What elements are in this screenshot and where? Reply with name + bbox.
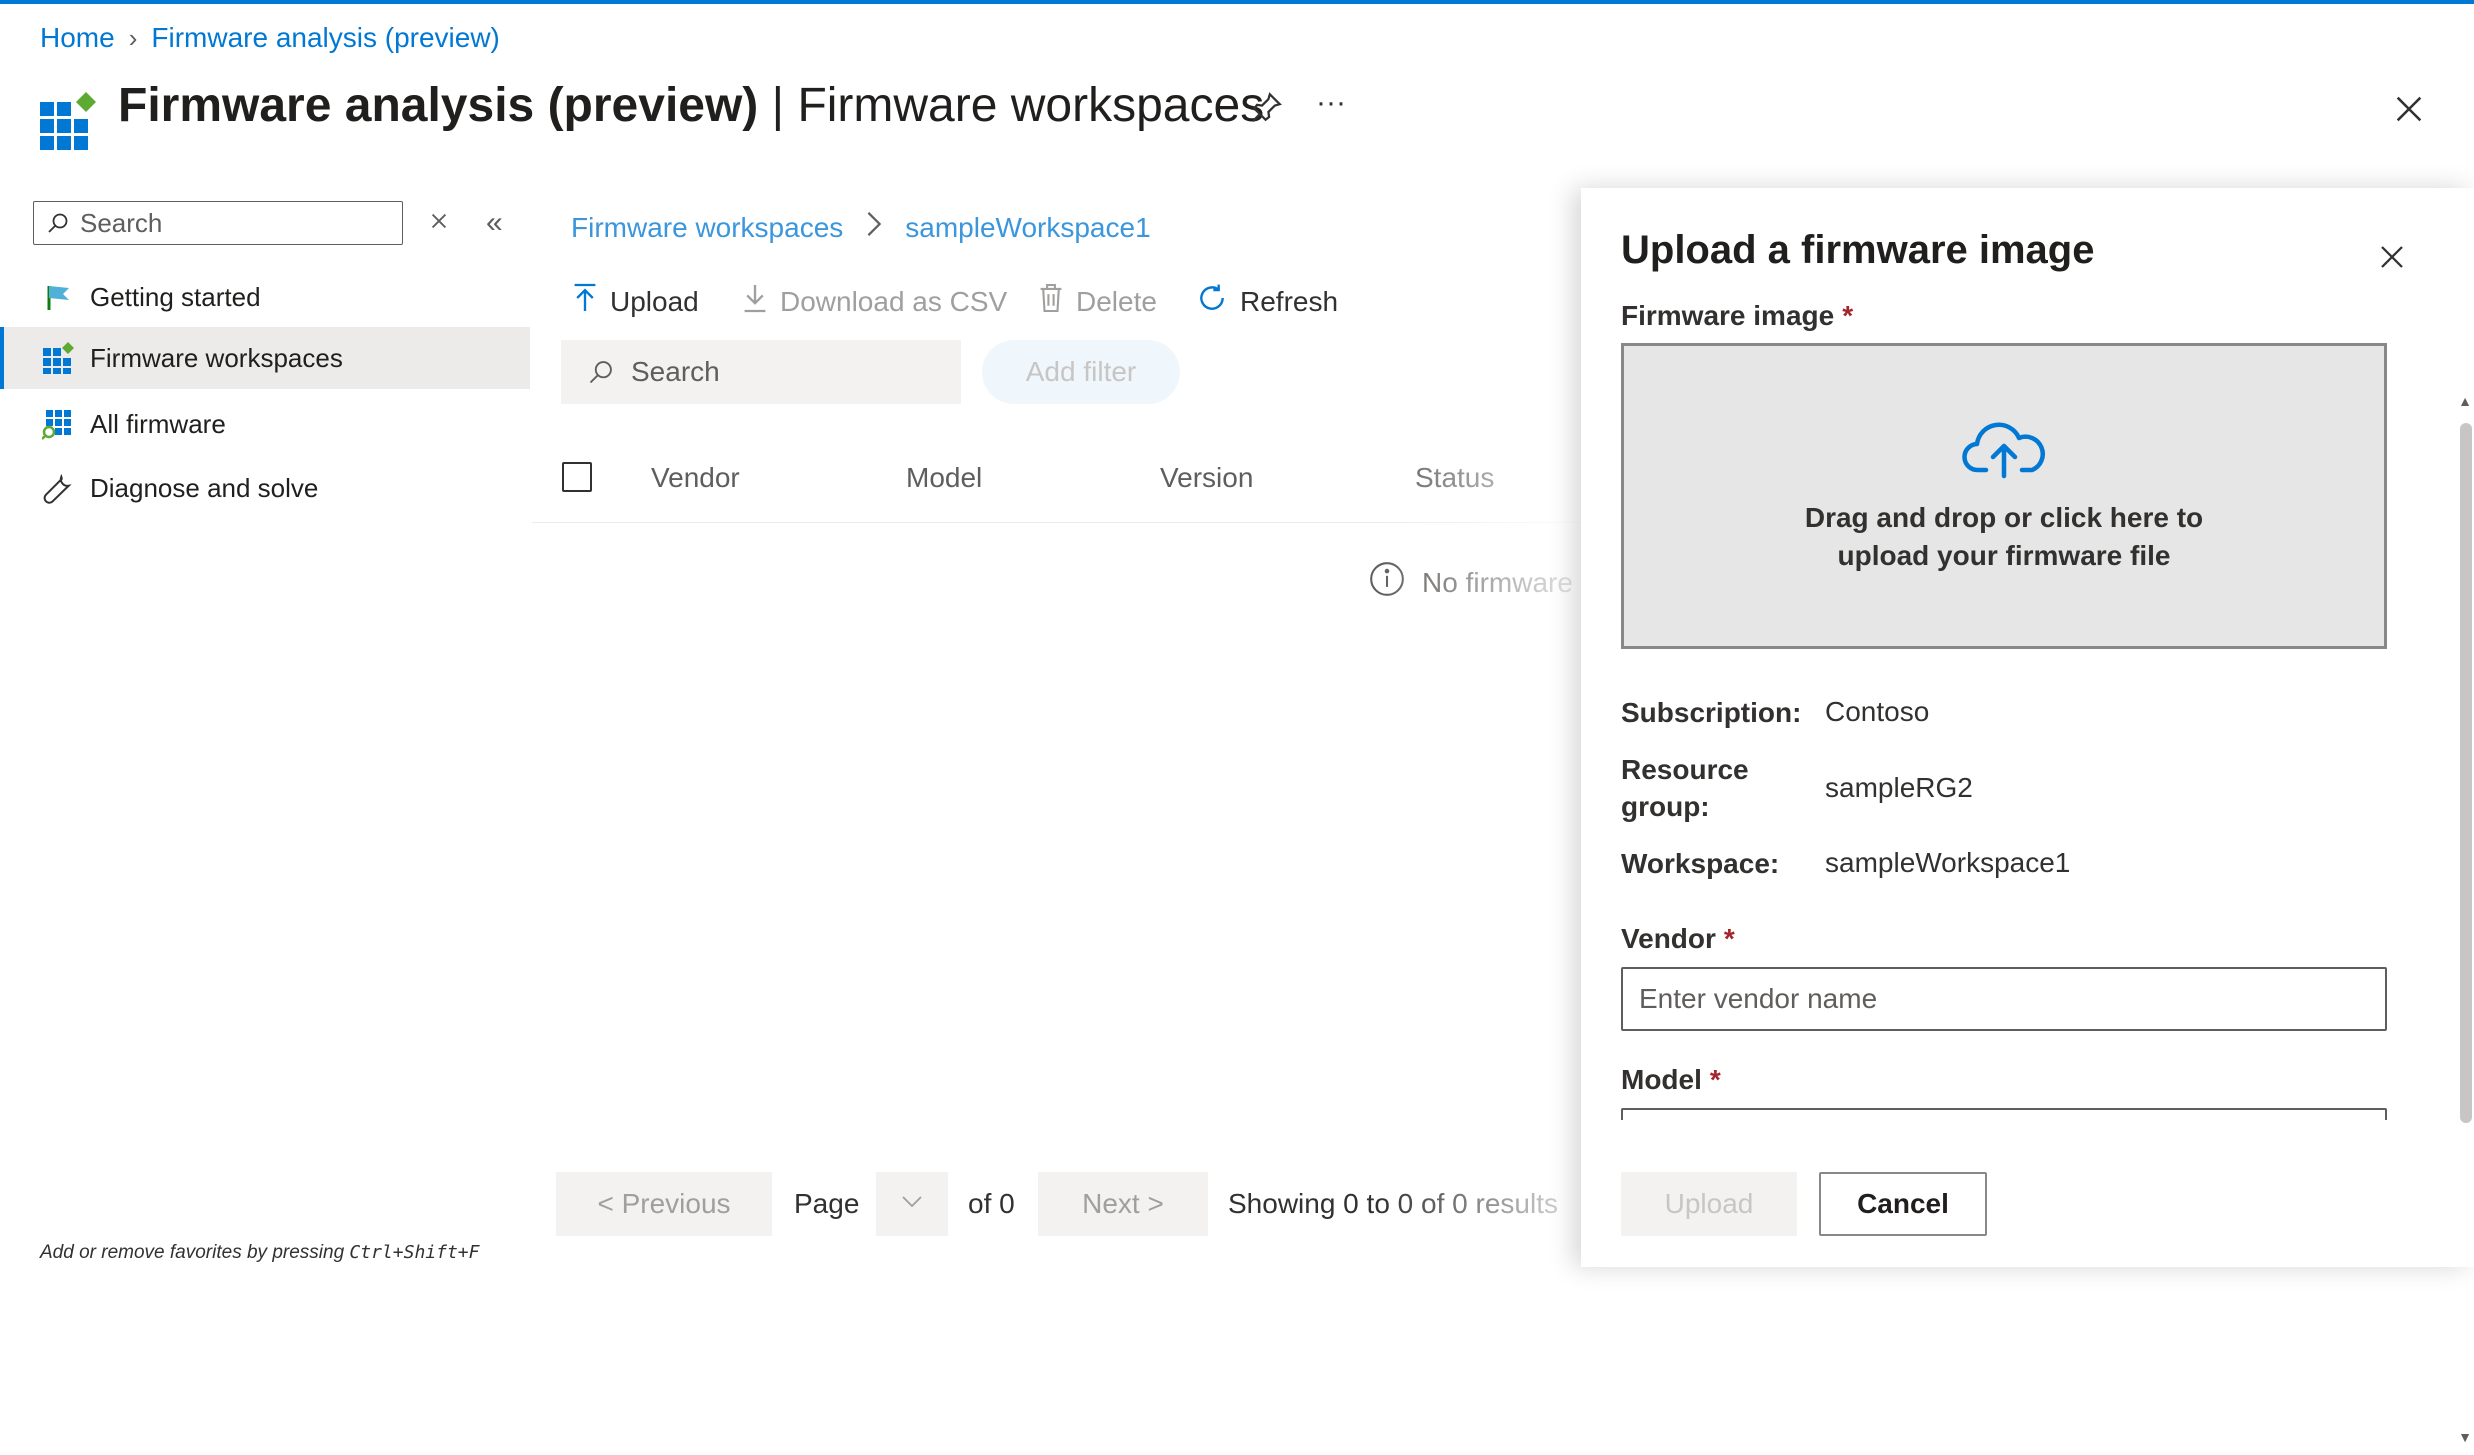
sidebar-item-firmware-workspaces[interactable]: Firmware workspaces xyxy=(0,327,530,389)
workspace-grid-icon xyxy=(38,342,78,374)
column-header-status[interactable]: Status xyxy=(1415,462,1494,494)
close-panel-icon[interactable] xyxy=(2377,242,2407,277)
vendor-input-placeholder: Enter vendor name xyxy=(1639,983,1878,1014)
panel-shadow-fade xyxy=(1380,188,1590,1267)
sidebar-item-diagnose-and-solve[interactable]: Diagnose and solve xyxy=(0,457,530,519)
search-icon xyxy=(587,358,615,386)
model-label: Model * xyxy=(1621,1064,1721,1096)
subscription-value: Contoso xyxy=(1825,696,1930,727)
next-page-button[interactable]: Next > xyxy=(1038,1172,1208,1236)
upload-firmware-panel: Upload a firmware image Firmware image * … xyxy=(1581,188,2474,1445)
refresh-button[interactable]: Refresh xyxy=(1196,282,1338,321)
firmware-dropzone[interactable]: Drag and drop or click here to upload yo… xyxy=(1621,343,2387,649)
required-marker: * xyxy=(1709,1064,1721,1095)
results-summary: Showing 0 to 0 of 0 results xyxy=(1228,1188,1558,1219)
content-breadcrumb-parent[interactable]: Firmware workspaces xyxy=(571,212,843,244)
sidebar-item-all-firmware[interactable]: All firmware xyxy=(0,393,530,455)
nav-search-input[interactable]: Search xyxy=(33,201,403,245)
clear-search-icon[interactable] xyxy=(428,210,450,237)
download-csv-label: Download as CSV xyxy=(780,285,1008,317)
firmware-analysis-icon xyxy=(38,92,98,159)
resource-group-value: sampleRG2 xyxy=(1825,772,1973,803)
chevron-right-icon: › xyxy=(128,22,138,53)
add-filter-button[interactable]: Add filter xyxy=(982,340,1180,404)
close-blade-icon[interactable] xyxy=(2392,92,2426,131)
firmware-search-placeholder: Search xyxy=(631,356,720,387)
page-title: Firmware analysis (preview) | Firmware w… xyxy=(118,79,1265,132)
pin-icon[interactable] xyxy=(1250,90,1284,129)
rocket-flag-icon xyxy=(38,282,78,312)
firmware-grid-icon xyxy=(38,408,78,440)
cancel-button[interactable]: Cancel xyxy=(1819,1172,1987,1236)
chevron-right-icon xyxy=(865,210,883,245)
delete-icon xyxy=(1038,282,1064,321)
dropzone-text-line2: upload your firmware file xyxy=(1837,539,2171,571)
resource-group-label-line2: group: xyxy=(1621,791,1710,822)
sidebar-item-label: Diagnose and solve xyxy=(90,472,319,503)
sidebar-item-getting-started[interactable]: Getting started xyxy=(0,266,530,328)
chevron-down-icon xyxy=(900,1194,924,1215)
favorites-shortcut: Ctrl+Shift+F xyxy=(349,1242,480,1263)
empty-state: No firmware xyxy=(1368,560,1573,605)
collapse-nav-icon[interactable]: « xyxy=(486,206,503,240)
favorites-hint: Add or remove favorites by pressing Ctrl… xyxy=(40,1242,479,1264)
select-all-checkbox[interactable] xyxy=(562,462,592,492)
subscription-label: Subscription: xyxy=(1621,697,1802,728)
scroll-down-arrow-icon[interactable]: ▼ xyxy=(2458,1429,2472,1445)
vendor-label-text: Vendor xyxy=(1621,923,1716,954)
nav-search-placeholder: Search xyxy=(80,207,163,238)
more-options-icon[interactable]: ··· xyxy=(1316,86,1346,120)
resource-group-label-line1: Resource xyxy=(1621,754,1749,785)
page-select[interactable] xyxy=(876,1172,948,1236)
sidebar-item-label: Getting started xyxy=(90,281,261,312)
required-marker: * xyxy=(1842,300,1854,331)
scrollbar-thumb[interactable] xyxy=(2460,423,2472,1123)
dropzone-text: Drag and drop or click here to upload yo… xyxy=(1805,499,2203,575)
sidebar-item-label: Firmware workspaces xyxy=(90,342,343,373)
upload-toolbar-label: Upload xyxy=(610,285,699,317)
download-icon xyxy=(742,282,768,321)
refresh-icon xyxy=(1196,282,1228,321)
dropzone-text-line1: Drag and drop or click here to xyxy=(1804,501,2204,533)
resource-group-label: Resource group: xyxy=(1621,751,1749,825)
table-header-divider xyxy=(532,522,1582,523)
download-csv-button[interactable]: Download as CSV xyxy=(742,282,1007,321)
content-breadcrumb: Firmware workspaces sampleWorkspace1 xyxy=(571,210,1151,245)
previous-page-button[interactable]: < Previous xyxy=(556,1172,772,1236)
upload-submit-button[interactable]: Upload xyxy=(1621,1172,1797,1236)
upload-toolbar-button[interactable]: Upload xyxy=(572,282,699,321)
breadcrumb-home[interactable]: Home xyxy=(40,22,115,54)
breadcrumb: Home › Firmware analysis (preview) xyxy=(40,22,500,54)
search-icon xyxy=(46,211,70,235)
vendor-label: Vendor * xyxy=(1621,923,1735,955)
favorites-hint-text: Add or remove favorites by pressing xyxy=(40,1242,350,1263)
refresh-label: Refresh xyxy=(1240,285,1339,317)
info-icon xyxy=(1368,560,1406,605)
vendor-input[interactable]: Enter vendor name xyxy=(1621,967,2387,1031)
firmware-image-label: Firmware image * xyxy=(1621,300,1853,332)
upload-icon xyxy=(572,282,598,321)
breadcrumb-current[interactable]: Firmware analysis (preview) xyxy=(151,22,500,54)
column-header-model[interactable]: Model xyxy=(906,462,982,494)
delete-label: Delete xyxy=(1076,285,1157,317)
required-marker: * xyxy=(1723,923,1735,954)
firmware-image-label-text: Firmware image xyxy=(1621,300,1835,331)
top-accent-bar xyxy=(0,0,2474,4)
cloud-upload-icon xyxy=(1962,418,2046,485)
panel-title: Upload a firmware image xyxy=(1621,228,2095,272)
column-header-version[interactable]: Version xyxy=(1160,462,1253,494)
scroll-up-arrow-icon[interactable]: ▲ xyxy=(2458,393,2472,409)
sidebar-item-label: All firmware xyxy=(90,408,226,439)
firmware-search-input[interactable]: Search xyxy=(561,340,961,404)
empty-state-message: No firmware xyxy=(1422,566,1573,598)
delete-button[interactable]: Delete xyxy=(1038,282,1157,321)
model-label-text: Model xyxy=(1621,1064,1702,1095)
page-count: of 0 xyxy=(968,1188,1015,1219)
workspace-label: Workspace: xyxy=(1621,848,1780,879)
page-label: Page xyxy=(794,1188,860,1219)
content-breadcrumb-current[interactable]: sampleWorkspace1 xyxy=(905,212,1150,244)
workspace-value: sampleWorkspace1 xyxy=(1825,847,2071,878)
wrench-icon xyxy=(38,472,78,504)
column-header-vendor[interactable]: Vendor xyxy=(651,462,740,494)
